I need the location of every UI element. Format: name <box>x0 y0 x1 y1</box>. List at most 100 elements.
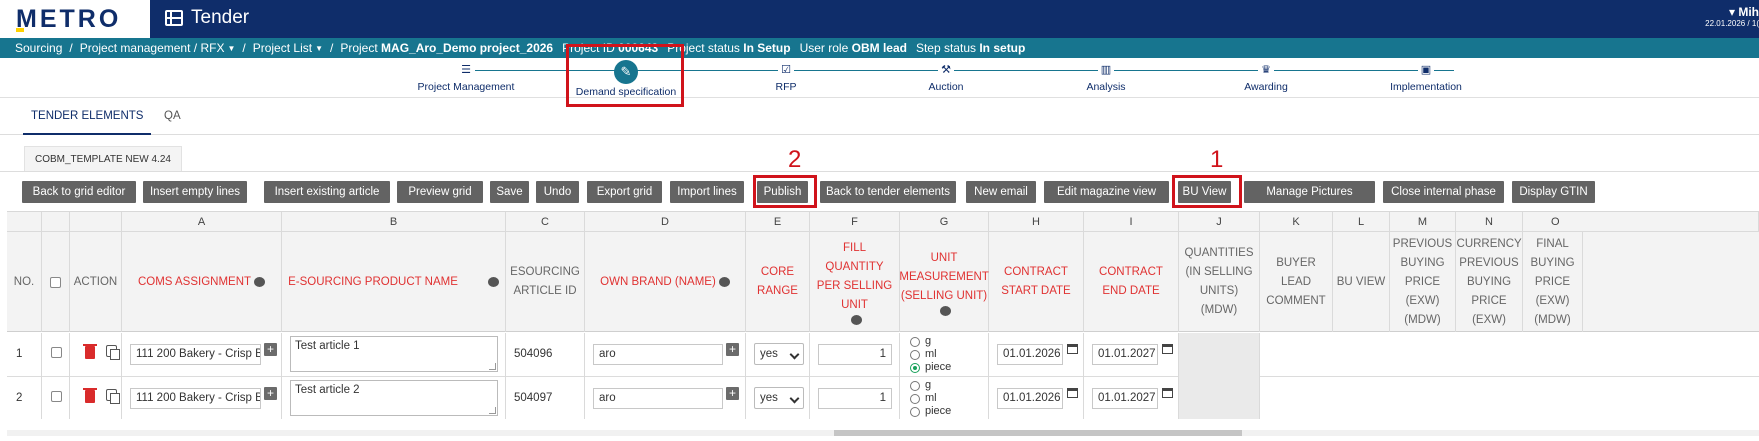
save-button[interactable]: Save <box>490 181 529 203</box>
insert-empty-lines-button[interactable]: Insert empty lines <box>143 181 247 203</box>
contract-start-field[interactable]: 01.01.2026 <box>997 344 1063 365</box>
core-range-select[interactable]: yes <box>754 387 804 409</box>
coms-assignment-field[interactable]: 111 200 Bakery - Crisp Bre <box>130 388 261 409</box>
header-final-price[interactable]: FINAL BUYING PRICE (EXW) (MDW) <box>1523 232 1583 332</box>
step-auction[interactable]: ⚒ Auction <box>871 58 1021 93</box>
copy-icon[interactable] <box>106 345 120 360</box>
comment-icon[interactable] <box>940 305 951 316</box>
header-product-name[interactable]: E-SOURCING PRODUCT NAME <box>282 232 506 332</box>
comment-icon[interactable] <box>718 277 730 287</box>
header-core-range[interactable]: CORE RANGE <box>746 232 810 332</box>
plus-icon[interactable]: + <box>264 387 277 400</box>
crumb-project-list[interactable]: Project List <box>253 41 312 55</box>
edit-magazine-view-button[interactable]: Edit magazine view <box>1044 181 1169 203</box>
calendar-icon[interactable] <box>1162 388 1173 398</box>
own-brand-field[interactable]: aro <box>593 388 723 409</box>
comment-icon[interactable] <box>487 277 499 287</box>
scrollbar-thumb[interactable] <box>834 430 1242 436</box>
step-awarding[interactable]: ♛ Awarding <box>1191 58 1341 93</box>
unit-radio-ml[interactable] <box>910 350 920 360</box>
horizontal-scrollbar[interactable] <box>7 430 1759 436</box>
trash-icon[interactable] <box>83 388 97 403</box>
export-grid-button[interactable]: Export grid <box>587 181 662 203</box>
crumb-pm-rfx[interactable]: Project management / RFX <box>80 41 225 55</box>
display-gtin-button[interactable]: Display GTIN <box>1512 181 1595 203</box>
unit-radio-ml[interactable] <box>910 394 920 404</box>
plus-icon[interactable]: + <box>726 343 739 356</box>
header-bu-view[interactable]: BU VIEW <box>1333 232 1390 332</box>
sheet-tab[interactable]: COBM_TEMPLATE NEW 4.24 <box>24 146 182 171</box>
step-project-management[interactable]: ☰ Project Management <box>391 58 541 93</box>
header-select-all <box>42 232 70 332</box>
step-status-value: In setup <box>979 41 1026 55</box>
header-buyer-comment[interactable]: BUYER LEAD COMMENT <box>1260 232 1333 332</box>
checkbox-icon: ☑ <box>778 64 794 77</box>
step-implementation[interactable]: ▣ Implementation <box>1351 58 1501 93</box>
tab-qa[interactable]: QA <box>156 98 189 135</box>
cell-unit-measurement: g ml piece <box>900 377 989 419</box>
close-internal-phase-button[interactable]: Close internal phase <box>1383 181 1504 203</box>
unit-radio-g[interactable] <box>910 337 920 347</box>
metro-logo[interactable]: METRO <box>0 0 150 38</box>
back-to-tender-elements-button[interactable]: Back to tender elements <box>820 181 956 203</box>
board-icon: ▣ <box>1418 64 1434 77</box>
fill-quantity-field[interactable]: 1 <box>818 388 892 409</box>
trash-icon[interactable] <box>83 344 97 359</box>
insert-existing-article-button[interactable]: Insert existing article <box>264 181 390 203</box>
chevron-down-icon <box>789 349 800 360</box>
row-checkbox[interactable] <box>51 391 62 402</box>
calendar-icon[interactable] <box>1162 344 1173 354</box>
calendar-icon[interactable] <box>1067 344 1078 354</box>
header-contract-end[interactable]: CONTRACT END DATE <box>1084 232 1179 332</box>
chevron-down-icon: ▾ <box>1728 5 1735 19</box>
header-previous-price[interactable]: PREVIOUS BUYING PRICE (EXW) (MDW) <box>1390 232 1456 332</box>
caret-down-icon[interactable]: ▼ <box>315 44 323 53</box>
contract-end-field[interactable]: 01.01.2027 <box>1092 388 1158 409</box>
header-quantities[interactable]: QUANTITIES (IN SELLING UNITS) (MDW) <box>1179 232 1260 332</box>
user-menu[interactable]: ▾ Mih 22.01.2026 / 1( <box>1705 5 1759 28</box>
comment-icon[interactable] <box>850 315 862 325</box>
contract-start-field[interactable]: 01.01.2026 <box>997 388 1063 409</box>
caret-down-icon[interactable]: ▼ <box>227 44 235 53</box>
product-name-field[interactable]: Test article 2 <box>290 380 498 416</box>
tab-tender-elements[interactable]: TENDER ELEMENTS <box>23 98 152 135</box>
row-checkbox[interactable] <box>51 347 62 358</box>
app-title: Tender <box>191 7 250 28</box>
cell-quantities[interactable] <box>1179 333 1260 377</box>
fill-quantity-field[interactable]: 1 <box>818 344 892 365</box>
user-date: 22.01.2026 / 1( <box>1705 19 1759 28</box>
coms-assignment-field[interactable]: 111 200 Bakery - Crisp Bre <box>130 344 261 365</box>
preview-grid-button[interactable]: Preview grid <box>397 181 483 203</box>
unit-radio-piece[interactable] <box>910 407 920 417</box>
crumb-separator: / <box>69 41 73 55</box>
calendar-icon[interactable] <box>1067 388 1078 398</box>
header-unit-measurement[interactable]: UNIT MEASUREMENT (SELLING UNIT) <box>899 232 989 332</box>
cell-quantities[interactable] <box>1179 377 1260 419</box>
contract-end-field[interactable]: 01.01.2027 <box>1092 344 1158 365</box>
new-email-button[interactable]: New email <box>966 181 1036 203</box>
plus-icon[interactable]: + <box>726 387 739 400</box>
header-contract-start[interactable]: CONTRACT START DATE <box>989 232 1084 332</box>
step-rfp[interactable]: ☑ RFP <box>711 58 861 93</box>
crumb-sourcing[interactable]: Sourcing <box>15 41 62 55</box>
header-article-id[interactable]: ESOURCING ARTICLE ID <box>506 232 585 332</box>
header-coms-assignment[interactable]: COMS ASSIGNMENT <box>122 232 282 332</box>
select-all-checkbox[interactable] <box>50 276 61 288</box>
comment-icon[interactable] <box>254 277 266 287</box>
header-own-brand[interactable]: OWN BRAND (NAME) <box>585 232 746 332</box>
manage-pictures-button[interactable]: Manage Pictures <box>1244 181 1375 203</box>
header-no[interactable]: NO. <box>7 232 42 332</box>
own-brand-field[interactable]: aro <box>593 344 723 365</box>
core-range-select[interactable]: yes <box>754 343 804 365</box>
undo-button[interactable]: Undo <box>536 181 579 203</box>
header-currency[interactable]: CURRENCY PREVIOUS BUYING PRICE (EXW) <box>1456 232 1523 332</box>
copy-icon[interactable] <box>106 389 120 404</box>
product-name-field[interactable]: Test article 1 <box>290 336 498 372</box>
plus-icon[interactable]: + <box>264 343 277 356</box>
import-lines-button[interactable]: Import lines <box>670 181 744 203</box>
step-analysis[interactable]: ▥ Analysis <box>1031 58 1181 93</box>
header-fill-quantity[interactable]: FILL QUANTITY PER SELLING UNIT <box>810 232 900 332</box>
unit-radio-piece[interactable] <box>910 363 920 373</box>
unit-radio-g[interactable] <box>910 381 920 391</box>
back-to-grid-editor-button[interactable]: Back to grid editor <box>22 181 136 203</box>
